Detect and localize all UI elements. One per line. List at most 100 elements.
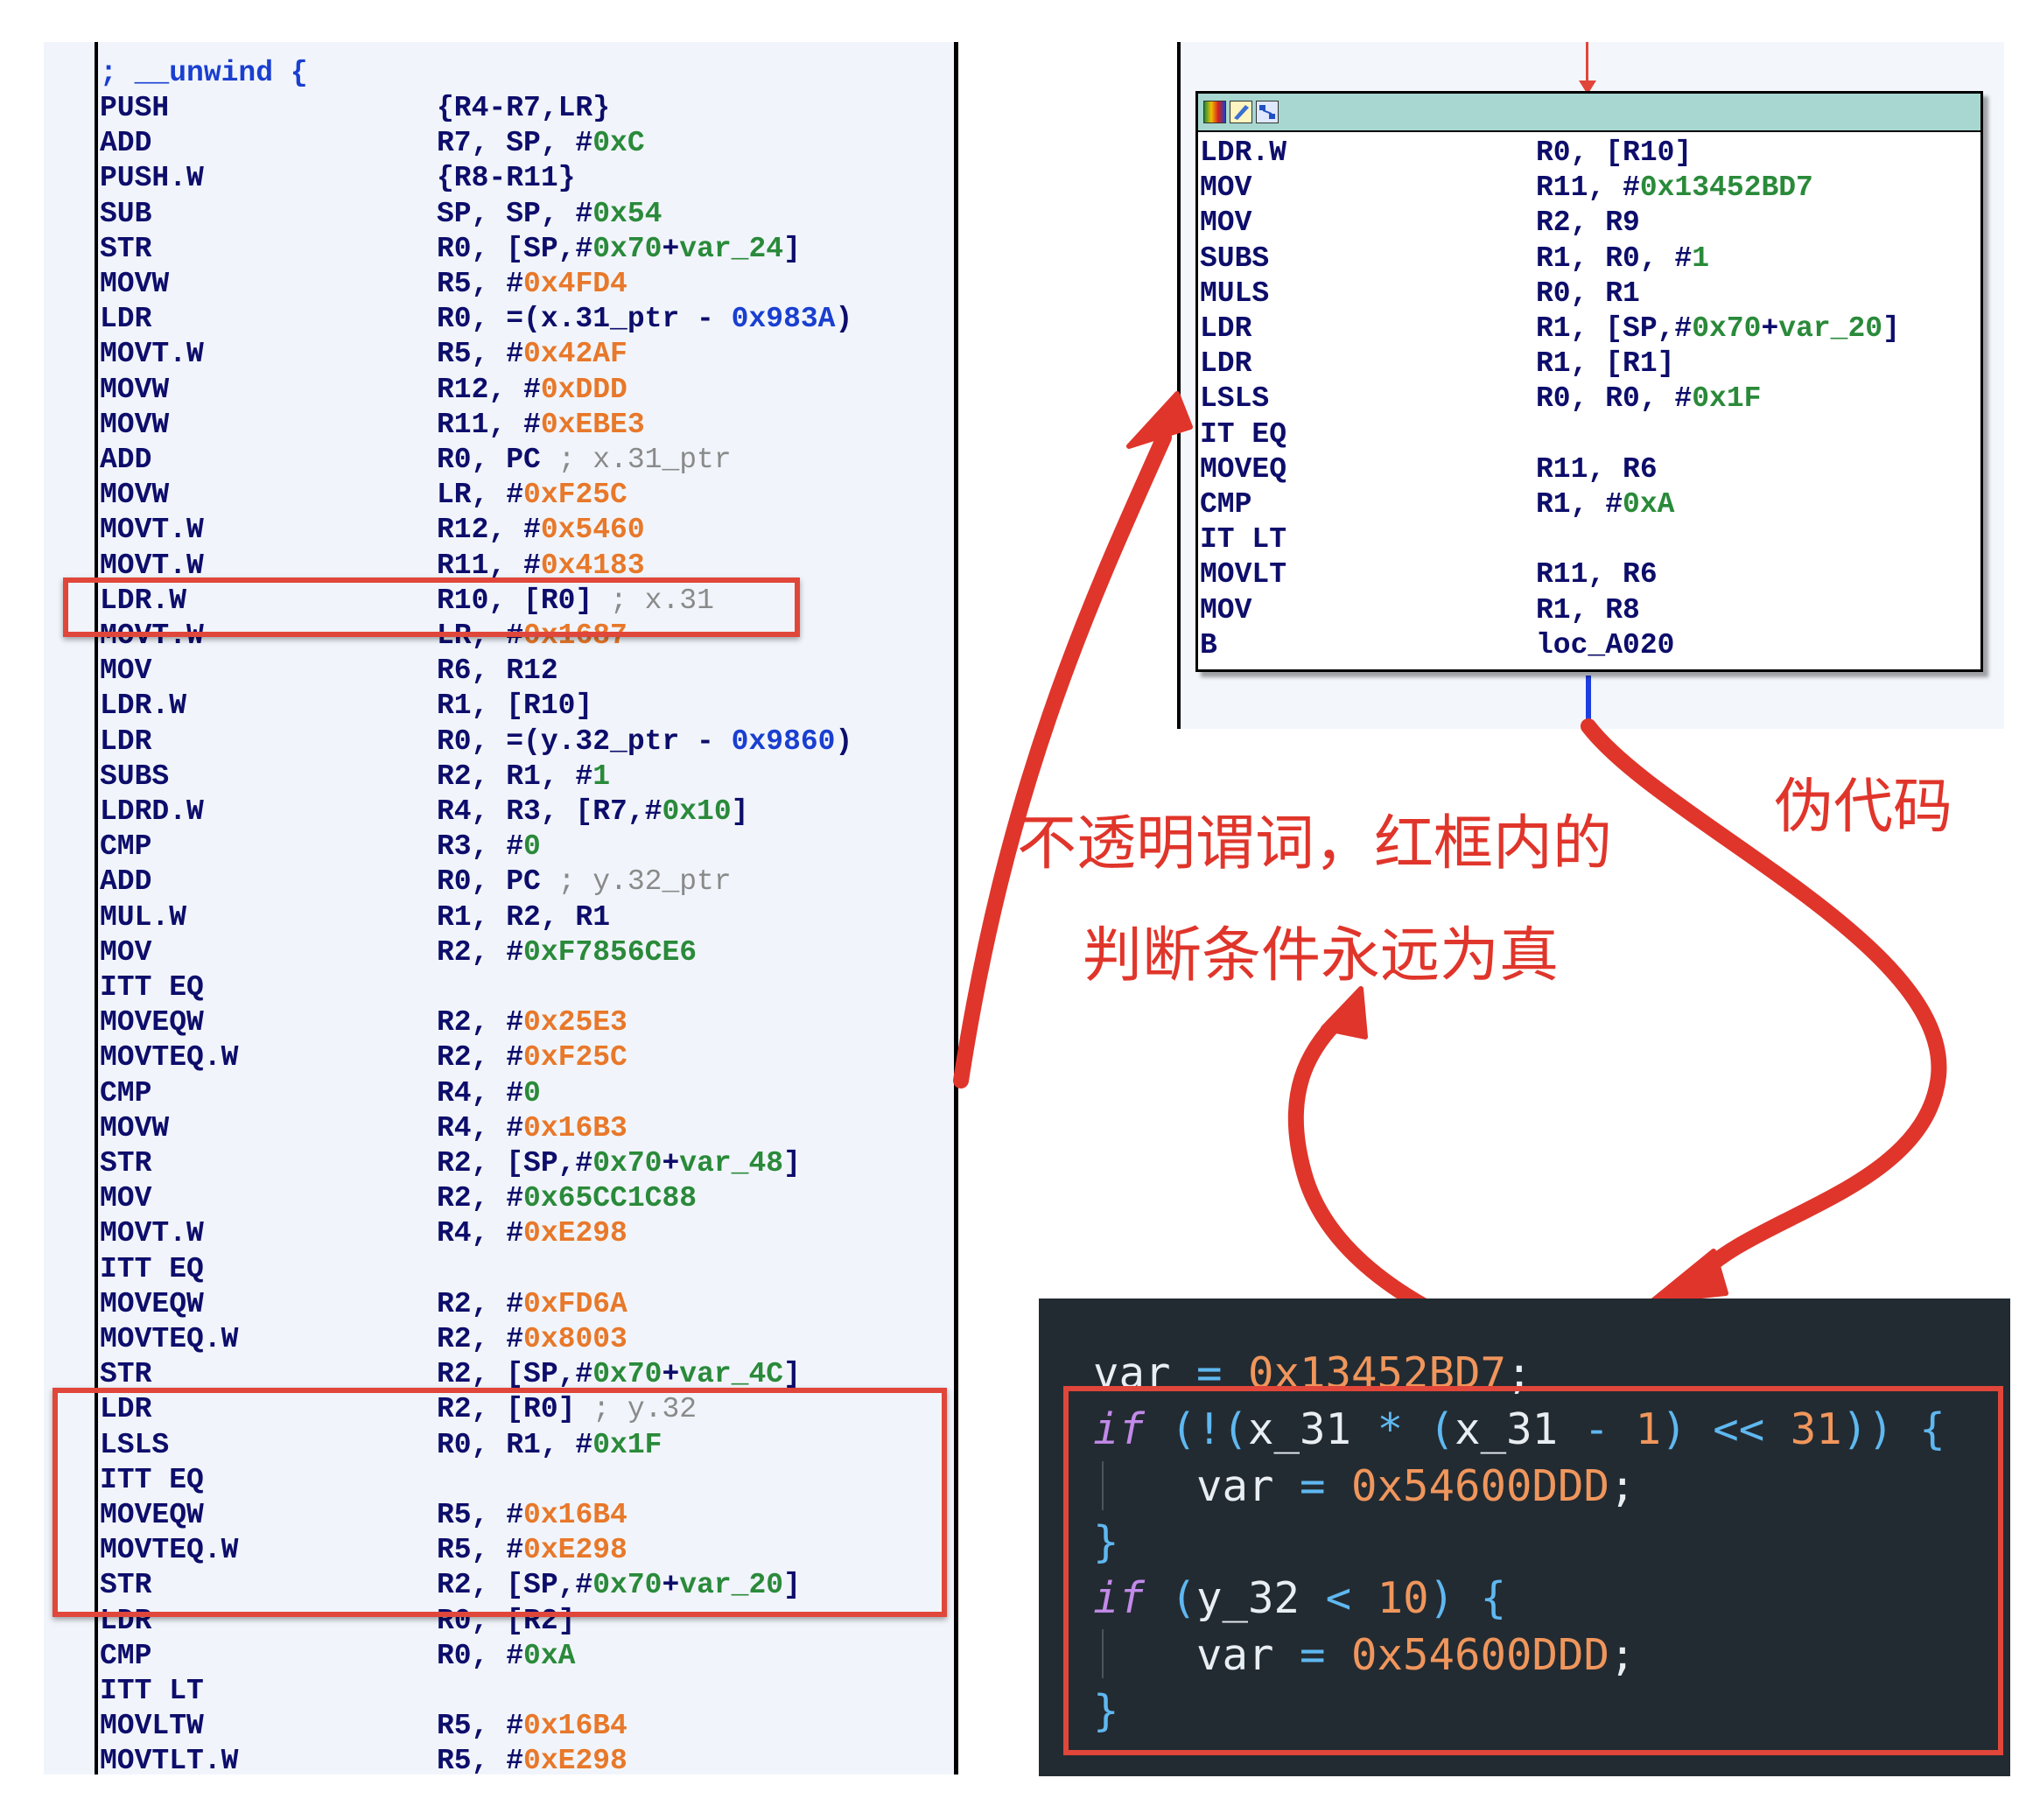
operands: {R4-R7,LR}: [437, 92, 611, 124]
mnemonic: ITT EQ: [100, 971, 204, 1004]
operands: R5, #0xE298: [437, 1745, 627, 1778]
mnemonic: LDR.W: [1200, 136, 1287, 169]
node-color-icon[interactable]: [1203, 101, 1226, 123]
pseudocode-label: 伪代码: [1774, 773, 1953, 842]
mnemonic: MOV: [1200, 206, 1252, 240]
operands: SP, SP, #0x54: [437, 197, 662, 230]
operands: R11, #0x13452BD7: [1536, 172, 1813, 205]
mnemonic: LDRD.W: [100, 795, 204, 828]
mnemonic: MULS: [1200, 276, 1270, 310]
mnemonic: MOVT.W: [100, 514, 204, 547]
mnemonic: LDR.W: [100, 690, 187, 723]
mnemonic: MUL.W: [100, 900, 187, 934]
mnemonic: CMP: [1200, 488, 1252, 521]
node-title-bar[interactable]: [1198, 94, 1980, 132]
operands: R2, #0xF7856CE6: [437, 935, 698, 969]
mnemonic: CMP: [100, 1639, 152, 1672]
mnemonic: PUSH: [100, 92, 170, 124]
mnemonic: SUBS: [1200, 242, 1270, 275]
mnemonic: MOV: [100, 935, 152, 969]
node-rename-icon[interactable]: [1230, 101, 1252, 123]
mnemonic: ADD: [100, 127, 152, 160]
operands: loc_A020: [1536, 628, 1675, 662]
mnemonic: MOVEQW: [100, 1006, 204, 1040]
mnemonic: LDR: [1200, 312, 1252, 345]
operands: R5, #0x16B4: [437, 1710, 627, 1743]
mnemonic: SUB: [100, 197, 152, 230]
mnemonic: MOV: [100, 1182, 152, 1215]
mnemonic: MOVW: [100, 268, 170, 300]
node-group-icon[interactable]: [1256, 101, 1279, 123]
mnemonic: CMP: [100, 830, 152, 864]
mnemonic: MOV: [1200, 593, 1252, 626]
mnemonic: ITT EQ: [100, 1252, 204, 1285]
listing-right-border: [954, 42, 958, 1774]
operands: R2, [SP,#0x70+var_48]: [437, 1147, 801, 1180]
operands: R7, SP, #0xC: [437, 127, 645, 160]
mnemonic: MOVW: [100, 479, 170, 512]
mnemonic: LSLS: [1200, 382, 1270, 416]
mnemonic: MOVTEQ.W: [100, 1041, 239, 1074]
operands: R4, #0x16B3: [437, 1111, 627, 1144]
mnemonic: PUSH.W: [100, 162, 204, 195]
arrow-to-pseudocode-head: [1650, 1249, 1728, 1304]
mnemonic: MOVLTW: [100, 1710, 204, 1743]
basic-block-node[interactable]: LDR.W R0, [R10] MOV R11, #0x13452BD7 MOV R2, …: [1195, 91, 1983, 672]
operands: {R8-R11}: [437, 162, 576, 195]
highlight-box-x31-load: [63, 578, 800, 637]
mnemonic: STR: [100, 1147, 152, 1180]
operands: R4, R3, [R7,#0x10]: [437, 795, 749, 828]
graph-view-border: [1177, 42, 1181, 729]
opaque-predicate-note-line2: 判断条件永远为真: [1083, 921, 1560, 990]
operands: R12, #0xDDD: [437, 373, 627, 406]
mnemonic: MOVT.W: [100, 338, 204, 371]
mnemonic: MOVTLT.W: [100, 1745, 239, 1778]
mnemonic: ADD: [100, 865, 152, 899]
operands: R0, =(y.32_ptr - 0x9860): [437, 724, 853, 758]
operands: R1, R8: [1536, 593, 1640, 626]
mnemonic: MOV: [1200, 172, 1252, 205]
operands: R0, [R10]: [1536, 136, 1693, 169]
operands: R2, R1, #1: [437, 760, 611, 793]
operands: R1, [R10]: [437, 690, 593, 723]
mnemonic: MOVW: [100, 373, 170, 406]
mnemonic: LDR: [100, 724, 152, 758]
operands: R0, R0, #0x1F: [1536, 382, 1762, 416]
operands: R11, R6: [1536, 558, 1658, 592]
operands: R0, #0xA: [437, 1639, 576, 1672]
mnemonic: IT EQ: [1200, 417, 1287, 451]
operands: R4, #0: [437, 1076, 541, 1110]
operands: R1, [R1]: [1536, 347, 1675, 381]
arrow-to-label-head: [1321, 986, 1368, 1040]
mnemonic: B: [1200, 628, 1217, 662]
operands: R5, #0x42AF: [437, 338, 627, 371]
pencil-icon: [1234, 105, 1249, 120]
mnemonic: MOVEQW: [100, 1287, 204, 1320]
mnemonic: MOVW: [100, 408, 170, 441]
opaque-predicate-note-line1: 不透明谓词，红框内的: [1017, 809, 1613, 878]
operands: R11, #0xEBE3: [437, 408, 645, 441]
operands: R11, R6: [1536, 452, 1658, 486]
operands: R1, R0, #1: [1536, 242, 1710, 275]
highlight-box-pseudocode-conditions: [1063, 1386, 2003, 1755]
operands: R0, R1: [1536, 276, 1640, 310]
operands: R4, #0xE298: [437, 1217, 627, 1250]
operands: R3, #0: [437, 830, 541, 864]
operands: R2, #0x65CC1C88: [437, 1182, 698, 1215]
highlight-box-y32-condition: [53, 1388, 947, 1617]
mnemonic: MOVT.W: [100, 1217, 204, 1250]
operands: R0, [SP,#0x70+var_24]: [437, 232, 801, 265]
operands: R2, R9: [1536, 206, 1640, 240]
graph-icon: [1259, 105, 1275, 119]
operands: R2, #0x8003: [437, 1323, 627, 1355]
operands: R2, #0xF25C: [437, 1041, 627, 1074]
mnemonic: STR: [100, 232, 152, 265]
mnemonic: ADD: [100, 444, 152, 476]
mnemonic: SUBS: [100, 760, 170, 793]
unwind-directive: ; __unwind {: [100, 57, 308, 89]
operands: R1, [SP,#0x70+var_20]: [1536, 312, 1900, 345]
mnemonic: LDR: [1200, 347, 1252, 381]
operands: R1, R2, R1: [437, 900, 611, 934]
mnemonic: MOVTEQ.W: [100, 1323, 239, 1355]
operands: R0, PC ; x.31_ptr: [437, 444, 732, 476]
